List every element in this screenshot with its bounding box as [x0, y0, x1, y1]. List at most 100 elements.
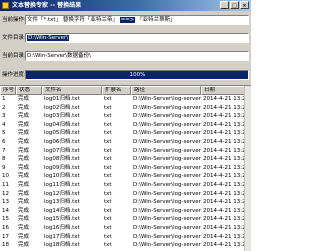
cell-status: 完成 — [18, 121, 30, 128]
cell-path: D:\Win-Server\log-server-backup\2014\4\1… — [133, 224, 201, 231]
cell-path: D:\Win-Server\log-server-backup\2014\4\1… — [133, 121, 201, 128]
table-row[interactable]: 11 完成 log11归档.txt txt D:\Win-Server\log-serv… — [0, 181, 251, 190]
result-list[interactable]: 序号 状态 文件名 扩展名 路径 日期 1 完成 log01归档.txt txt D:\… — [0, 85, 251, 251]
cell-status: 完成 — [18, 130, 30, 137]
table-row[interactable]: 8 完成 log08归档.txt txt D:\Win-Server\log-serve… — [0, 155, 251, 164]
file-directory-label: 文件目录: — [2, 35, 26, 41]
cell-index: 10 — [2, 173, 9, 180]
table-row[interactable]: 15 完成 log15归档.txt txt D:\Win-Server\log-serv… — [0, 215, 251, 224]
cell-index: 12 — [2, 190, 9, 197]
cell-extension: txt — [104, 121, 112, 128]
list-body: 1 完成 log01归档.txt txt D:\Win-Server\log-serve… — [0, 95, 251, 250]
list-header: 序号 状态 文件名 扩展名 路径 日期 — [0, 86, 251, 95]
cell-path: D:\Win-Server\log-server-backup\2014\4\1… — [133, 173, 201, 180]
vertical-scrollbar[interactable] — [244, 86, 251, 251]
close-button[interactable]: × — [240, 1, 249, 9]
cell-status: 完成 — [18, 138, 30, 145]
cell-extension: txt — [104, 224, 112, 231]
current-operation-field: 文件「*.txt」 替换字符「亚特兰帝」 ==> 「亚特兰蒂斯」 — [25, 15, 249, 25]
column-header-filename[interactable]: 文件名 — [42, 86, 102, 95]
table-row[interactable]: 7 完成 log07归档.txt txt D:\Win-Server\log-serve… — [0, 147, 251, 156]
cell-status: 完成 — [18, 156, 30, 163]
cell-index: 6 — [2, 138, 6, 145]
cell-index: 18 — [2, 242, 9, 249]
cell-index: 1 — [2, 96, 6, 102]
table-row[interactable]: 10 完成 log10归档.txt txt D:\Win-Server\log-serv… — [0, 172, 251, 181]
cell-path: D:\Win-Server\log-server-backup\2014\4\1… — [133, 242, 201, 249]
table-row[interactable]: 6 完成 log06归档.txt txt D:\Win-Server\log-serve… — [0, 138, 251, 147]
app-icon — [2, 2, 9, 9]
cell-status: 完成 — [18, 216, 30, 223]
table-row[interactable]: 17 完成 log17归档.txt txt D:\Win-Server\log-serv… — [0, 233, 251, 242]
column-header-path[interactable]: 路径 — [131, 86, 201, 95]
column-header-extension[interactable]: 扩展名 — [102, 86, 131, 95]
title-bar: 文本替换专家 -- 替换结果 _ □ × — [0, 0, 251, 11]
cell-index: 7 — [2, 147, 6, 154]
table-row[interactable]: 9 完成 log09归档.txt txt D:\Win-Server\log-serve… — [0, 164, 251, 173]
cell-extension: txt — [104, 96, 112, 102]
window-title: 文本替换专家 -- 替换结果 — [12, 2, 82, 9]
cell-path: D:\Win-Server\log-server-backup\2014\4\1… — [133, 156, 201, 163]
file-directory-row: 文件目录: D:\Win-Server\ — [0, 31, 251, 45]
cell-filename: log08归档.txt — [44, 156, 80, 163]
table-row[interactable]: 13 完成 log13归档.txt txt D:\Win-Server\log-serv… — [0, 198, 251, 207]
progress-bar: 100% — [25, 70, 249, 80]
progress-text: 100% — [129, 72, 146, 78]
cell-path: D:\Win-Server\log-server-backup\2014\4\1… — [133, 104, 201, 111]
cell-extension: txt — [104, 104, 112, 111]
cell-extension: txt — [104, 207, 112, 214]
cell-index: 17 — [2, 233, 9, 240]
cell-status: 完成 — [18, 233, 30, 240]
cell-filename: log05归档.txt — [44, 130, 80, 137]
cell-extension: txt — [104, 242, 112, 249]
cell-path: D:\Win-Server\log-server-backup\2014\4\1… — [133, 190, 201, 197]
operation-find-text: 文件「*.txt」 替换字符「亚特兰帝」 — [27, 17, 118, 23]
table-row[interactable]: 5 完成 log05归档.txt txt D:\Win-Server\log-serve… — [0, 129, 251, 138]
progress-label: 操作进度: — [2, 72, 26, 78]
table-row[interactable]: 1 完成 log01归档.txt txt D:\Win-Server\log-serve… — [0, 95, 251, 104]
cell-status: 完成 — [18, 113, 30, 120]
table-row[interactable]: 18 完成 log18归档.txt txt D:\Win-Server\log-serv… — [0, 241, 251, 250]
cell-filename: log01归档.txt — [44, 96, 80, 102]
table-row[interactable]: 2 完成 log02归档.txt txt D:\Win-Server\log-serve… — [0, 104, 251, 113]
cell-extension: txt — [104, 173, 112, 180]
cell-filename: log13归档.txt — [44, 199, 80, 206]
cell-index: 3 — [2, 113, 6, 120]
cell-index: 11 — [2, 181, 9, 188]
table-row[interactable]: 4 完成 log04归档.txt txt D:\Win-Server\log-serve… — [0, 121, 251, 130]
cell-extension: txt — [104, 130, 112, 137]
cell-status: 完成 — [18, 190, 30, 197]
cell-path: D:\Win-Server\log-server-backup\2014\4\1… — [133, 138, 201, 145]
cell-index: 14 — [2, 207, 9, 214]
maximize-button[interactable]: □ — [230, 1, 239, 9]
table-row[interactable]: 3 完成 log03归档.txt txt D:\Win-Server\log-serve… — [0, 112, 251, 121]
cell-extension: txt — [104, 138, 112, 145]
cell-extension: txt — [104, 156, 112, 163]
table-row[interactable]: 14 完成 log14归档.txt txt D:\Win-Server\log-serv… — [0, 207, 251, 216]
cell-index: 8 — [2, 156, 6, 163]
current-directory-row: 当前目录: D:\Win-Server\数据备份\ — [0, 49, 251, 63]
cell-path: D:\Win-Server\log-server-backup\2014\4\1… — [133, 181, 201, 188]
cell-index: 4 — [2, 121, 6, 128]
cell-filename: log02归档.txt — [44, 104, 80, 111]
column-header-index[interactable]: 序号 — [0, 86, 16, 95]
file-directory-field: D:\Win-Server\ — [25, 33, 249, 43]
cell-extension: txt — [104, 199, 112, 206]
cell-status: 完成 — [18, 224, 30, 231]
cell-filename: log10归档.txt — [44, 173, 80, 180]
cell-index: 9 — [2, 164, 6, 171]
cell-index: 13 — [2, 199, 9, 206]
table-row[interactable]: 16 完成 log16归档.txt txt D:\Win-Server\log-serv… — [0, 224, 251, 233]
current-operation-label: 当前操作: — [2, 17, 26, 23]
cell-status: 完成 — [18, 164, 30, 171]
minimize-button[interactable]: _ — [220, 1, 229, 9]
cell-path: D:\Win-Server\log-server-backup\2014\4\1… — [133, 233, 201, 240]
cell-extension: txt — [104, 233, 112, 240]
column-header-status[interactable]: 状态 — [16, 86, 42, 95]
cell-extension: txt — [104, 164, 112, 171]
cell-path: D:\Win-Server\log-server-backup\2014\4\1… — [133, 164, 201, 171]
cell-path: D:\Win-Server\log-server-backup\2014\4\1… — [133, 199, 201, 206]
table-row[interactable]: 12 完成 log12归档.txt txt D:\Win-Server\log-serv… — [0, 190, 251, 199]
progress-row: 操作进度: 100% — [0, 68, 251, 82]
cell-status: 完成 — [18, 181, 30, 188]
